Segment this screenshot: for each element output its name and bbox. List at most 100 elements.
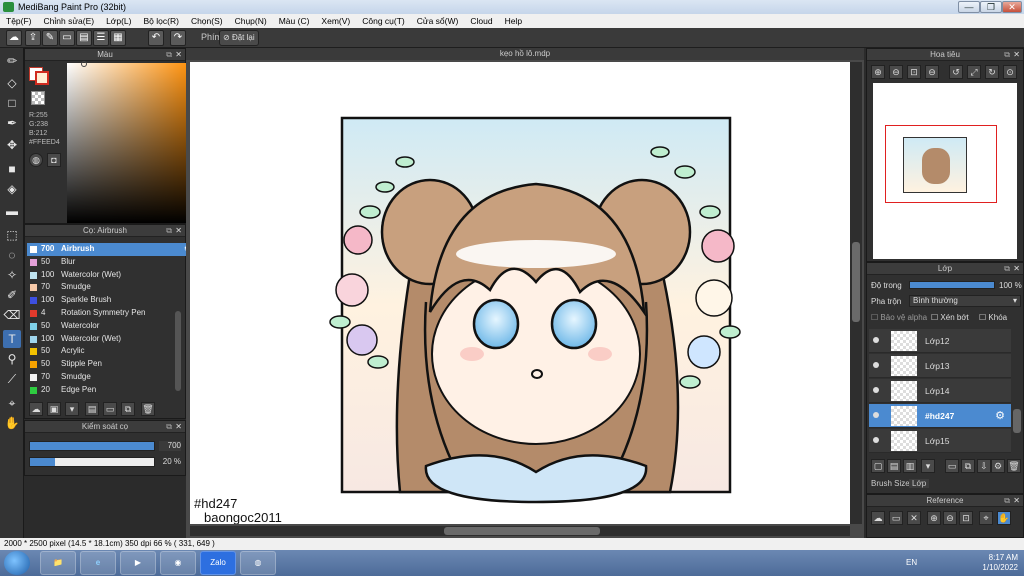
language-indicator[interactable]: EN — [906, 558, 917, 567]
operation-tool-icon[interactable]: ⚲ — [3, 350, 21, 368]
brush-item[interactable]: 20 Edge Pen — [27, 384, 195, 397]
close-image-icon[interactable]: ✕ — [907, 511, 921, 525]
layer-row[interactable]: #hd247 ⚙ — [869, 404, 1011, 428]
vertical-scroll-thumb[interactable] — [852, 242, 860, 322]
folder-icon[interactable]: ▭ — [945, 459, 959, 473]
magic-wand-icon[interactable]: ✧ — [3, 266, 21, 284]
list-icon[interactable]: ☰ — [93, 30, 109, 46]
menu-window[interactable]: Cửa sổ(W) — [411, 16, 465, 26]
sv-cursor[interactable] — [81, 61, 87, 67]
rect-select-icon[interactable]: □ — [3, 94, 21, 112]
grid-icon[interactable]: ▦ — [110, 30, 126, 46]
visibility-icon[interactable] — [873, 337, 879, 343]
menu-edit[interactable]: Chỉnh sửa(E) — [38, 16, 101, 26]
zoom-in-icon[interactable]: ⊕ — [871, 65, 885, 79]
close-icon[interactable]: ✕ — [175, 49, 182, 61]
add-layer-menu-icon[interactable]: ▾ — [921, 459, 935, 473]
hand-icon[interactable]: ✋ — [997, 511, 1011, 525]
select-tool-icon[interactable]: ⬚ — [3, 226, 21, 244]
close-icon[interactable]: ✕ — [1013, 49, 1020, 61]
start-button[interactable] — [4, 551, 30, 575]
brush-item[interactable]: 50 Watercolor — [27, 320, 195, 333]
delete-layer-icon[interactable]: 🗑 — [1007, 459, 1021, 473]
reset-button[interactable]: ⊘ Đặt lại — [219, 30, 259, 46]
menu-tools[interactable]: Công cụ(T) — [356, 16, 411, 26]
export-icon[interactable]: ⇪ — [25, 30, 41, 46]
saturation-value-picker[interactable] — [67, 63, 195, 223]
protect-alpha-checkbox[interactable]: ☐ Bảo vệ alpha — [871, 313, 927, 322]
medibang-icon[interactable]: ◉ — [160, 551, 196, 575]
text-tool-icon[interactable]: T — [3, 330, 21, 348]
fill-rect-icon[interactable]: ■ — [3, 160, 21, 178]
menu-filter[interactable]: Bộ lọc(R) — [138, 16, 185, 26]
size-value[interactable]: 700 — [159, 441, 181, 451]
horizontal-scrollbar[interactable] — [190, 526, 850, 536]
layer-opacity-slider[interactable] — [909, 281, 995, 289]
layer-row[interactable]: Lớp13 — [869, 354, 1011, 378]
eyedropper-icon[interactable]: ⌖ — [979, 511, 993, 525]
brush-tool-icon[interactable]: ✏ — [3, 52, 21, 70]
popout-icon[interactable]: ⧉ — [1004, 49, 1010, 61]
comment-icon[interactable]: ✎ — [42, 30, 58, 46]
vertical-scrollbar[interactable] — [850, 62, 862, 524]
popout-icon[interactable]: ⧉ — [1004, 495, 1010, 507]
horizontal-scroll-thumb[interactable] — [444, 527, 600, 535]
close-icon[interactable]: ✕ — [1013, 263, 1020, 275]
brush-item[interactable]: 50 Acrylic — [27, 345, 195, 358]
ie-icon[interactable]: e — [80, 551, 116, 575]
close-icon[interactable]: ✕ — [175, 225, 182, 237]
brush-item[interactable]: 100 Sparkle Brush — [27, 294, 195, 307]
menu-file[interactable]: Tệp(F) — [0, 16, 38, 26]
menu-view[interactable]: Xem(V) — [315, 16, 356, 26]
media-player-icon[interactable]: ▶ — [120, 551, 156, 575]
close-icon[interactable]: ✕ — [1013, 495, 1020, 507]
brush-list-scrollbar[interactable] — [175, 311, 181, 391]
background-swatch[interactable] — [31, 91, 45, 105]
zoom-minus-icon[interactable]: ⊖ — [925, 65, 939, 79]
cloud-icon[interactable]: ☁ — [6, 30, 22, 46]
layer-row[interactable]: Lớp12 — [869, 329, 1011, 353]
navigator-viewport[interactable] — [885, 125, 997, 203]
brush-item[interactable]: 700Airbrush⚙ — [27, 243, 195, 256]
popout-icon[interactable]: ⧉ — [166, 49, 172, 61]
gradient-tool-icon[interactable]: ▬ — [3, 202, 21, 220]
select-eraser-icon[interactable]: ⌫ — [3, 306, 21, 324]
size-slider[interactable] — [29, 441, 155, 451]
brush-item[interactable]: 100 Watercolor (Wet) — [27, 333, 195, 346]
hand-tool-icon[interactable]: ✋ — [3, 414, 21, 432]
document-icon[interactable]: ▤ — [76, 30, 92, 46]
duplicate-layer-icon[interactable]: ⧉ — [961, 459, 975, 473]
clipping-checkbox[interactable]: ☐ Xén bớt — [931, 313, 969, 322]
layer-row[interactable]: Lớp15 — [869, 429, 1011, 453]
open-image-icon[interactable]: ▭ — [889, 511, 903, 525]
opacity-slider[interactable] — [29, 457, 155, 467]
visibility-icon[interactable] — [873, 412, 879, 418]
cloud-brush-icon[interactable]: ☁ — [29, 402, 43, 416]
gear-icon[interactable]: ⚙ — [995, 409, 1005, 422]
minimize-button[interactable]: — — [958, 1, 980, 13]
delete-brush-icon[interactable]: 🗑 — [141, 402, 155, 416]
menu-select[interactable]: Chọn(S) — [185, 16, 229, 26]
zoom-out-icon[interactable]: ⊖ — [889, 65, 903, 79]
tab-layer[interactable]: Lớp — [909, 479, 930, 488]
navigator-preview[interactable] — [873, 83, 1017, 259]
color-set-icon[interactable]: ◘ — [47, 153, 61, 167]
close-icon[interactable]: ✕ — [175, 421, 182, 433]
new-halftone-layer-icon[interactable]: ▥ — [903, 459, 917, 473]
zoom-out-icon[interactable]: ⊖ — [943, 511, 957, 525]
brush-item[interactable]: 100 Watercolor (Wet) — [27, 269, 195, 282]
chrome-icon[interactable]: ◍ — [240, 551, 276, 575]
fit-icon[interactable]: ⊡ — [907, 65, 921, 79]
zalo-icon[interactable]: Zalo — [200, 551, 236, 575]
system-clock[interactable]: 8:17 AM 1/10/2022 — [982, 553, 1018, 573]
tab-brush-size[interactable]: Brush Size — [871, 479, 910, 488]
select-pen-icon[interactable]: ✐ — [3, 286, 21, 304]
document-tab[interactable]: kẹo hồ lô.mdp — [186, 48, 864, 60]
redo-icon[interactable]: ↷ — [170, 30, 186, 46]
layer-scroll-thumb[interactable] — [1013, 409, 1021, 433]
reset-view-icon[interactable]: ⊙ — [1003, 65, 1017, 79]
menu-color[interactable]: Màu (C) — [273, 16, 316, 26]
brush-menu-icon[interactable]: ▾ — [65, 402, 79, 416]
dot-pen-icon[interactable]: ✒ — [3, 114, 21, 132]
cloud-icon[interactable]: ☁ — [871, 511, 885, 525]
